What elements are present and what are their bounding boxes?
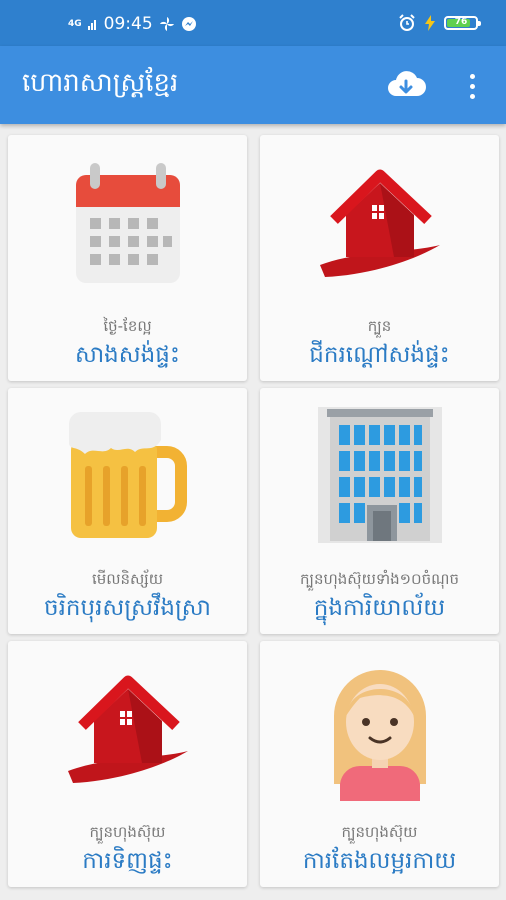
calendar-icon (8, 147, 247, 297)
card-body-decoration[interactable]: ក្បួនហុងស៊ុយ ការតែងលម្អរកាយ (260, 641, 499, 887)
woman-avatar-icon (260, 653, 499, 803)
card-title: សាងសង់ផ្ទះ (74, 342, 180, 368)
card-subtitle: ក្បួន (367, 317, 392, 335)
more-options-button[interactable] (462, 68, 482, 104)
office-building-icon (260, 400, 499, 550)
app-bar: ហោរាសាស្ត្រខ្មែរ (0, 46, 506, 124)
pinwheel-icon (159, 17, 174, 31)
card-subtitle: ក្បួនហុងស៊ុយទាំង១០ចំណុច (299, 570, 459, 588)
card-subtitle: ក្បួនហុងស៊ុយ (89, 823, 166, 841)
alarm-icon (399, 14, 415, 31)
house-icon (260, 147, 499, 297)
network-indicator: 4G (68, 18, 82, 29)
app-title: ហោរាសាស្ត្រខ្មែរ (22, 68, 179, 98)
more-dot (469, 83, 475, 89)
beer-mug-icon (8, 400, 247, 550)
card-title: ចរិកបុរសស្រវឹងស្រា (44, 595, 211, 621)
card-dig-foundation[interactable]: ក្បួន ជីករណ្ដៅសង់ផ្ទះ (260, 135, 499, 381)
card-drunk-man-character[interactable]: មើលនិស្ស័យ ចរិកបុរសស្រវឹងស្រា (8, 388, 247, 634)
card-build-house[interactable]: ថ្ងៃ-ខែល្អ សាងសង់ផ្ទះ (8, 135, 247, 381)
clock: 09:45 (103, 14, 153, 34)
battery-indicator: 76 (444, 16, 481, 30)
more-dot (469, 93, 475, 99)
status-bar: 4G 09:45 76 (0, 0, 506, 46)
battery-level: 76 (454, 17, 468, 27)
card-subtitle: មើលនិស្ស័យ (91, 570, 164, 588)
cloud-download-icon[interactable] (386, 66, 426, 106)
card-buy-house[interactable]: ក្បួនហុងស៊ុយ ការទិញផ្ទះ (8, 641, 247, 887)
card-title: ការតែងលម្អរកាយ (302, 848, 457, 874)
more-dot (469, 73, 475, 79)
card-title: ជីករណ្ដៅសង់ផ្ទះ (309, 342, 450, 368)
card-subtitle: ក្បួនហុងស៊ុយ (341, 823, 418, 841)
messenger-icon (181, 17, 196, 31)
house-icon (8, 653, 247, 803)
card-subtitle: ថ្ងៃ-ខែល្អ (103, 317, 152, 335)
card-title: ក្នុងការិយាល័យ (313, 595, 446, 621)
card-office-fengshui[interactable]: ក្បួនហុងស៊ុយទាំង១០ចំណុច ក្នុងការិយាល័យ (260, 388, 499, 634)
card-title: ការទិញផ្ទះ (82, 848, 173, 874)
charging-icon (425, 15, 435, 31)
signal-icon (87, 20, 96, 30)
